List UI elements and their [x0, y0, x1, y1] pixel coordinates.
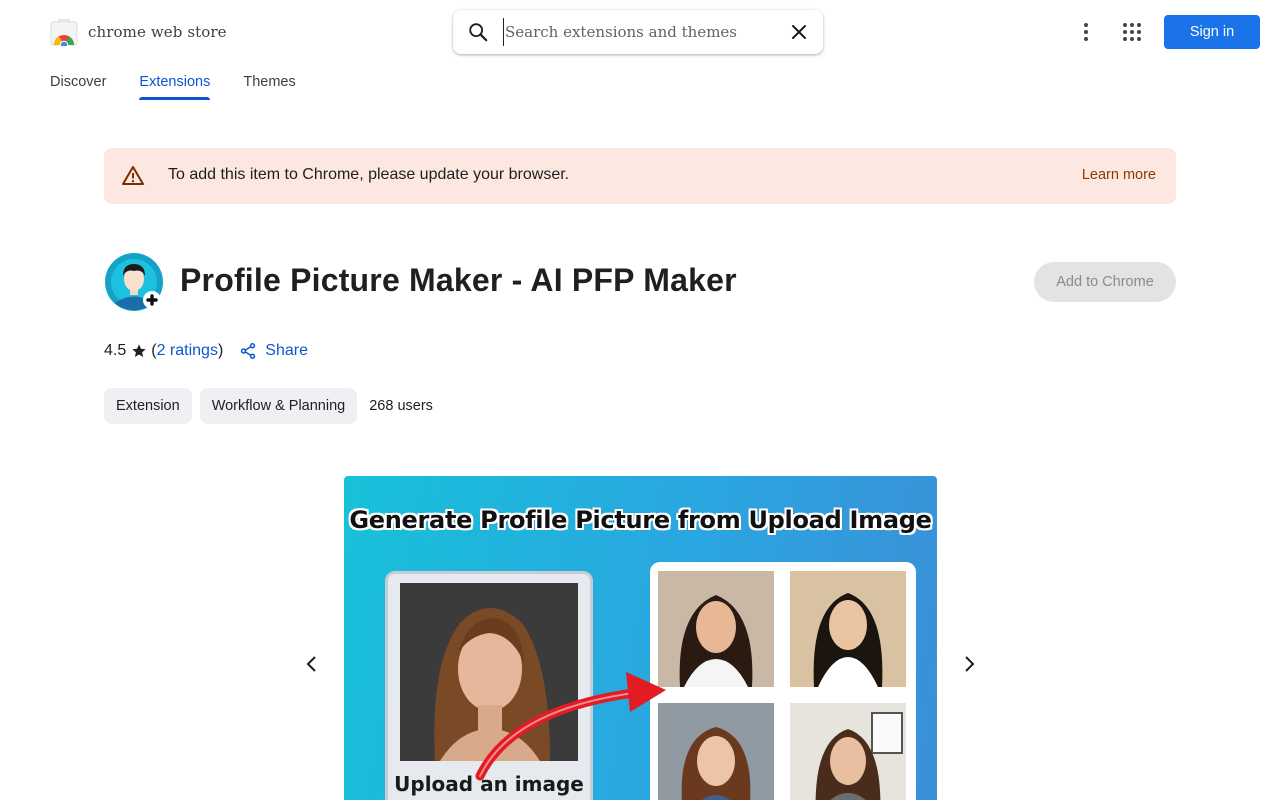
result-image [658, 571, 774, 687]
warning-icon [122, 166, 144, 185]
share-icon [241, 343, 256, 359]
logo-text: chrome web store [88, 23, 227, 41]
chevron-left-icon[interactable] [300, 652, 324, 676]
sign-in-button[interactable]: Sign in [1164, 15, 1260, 49]
search-input[interactable] [503, 18, 783, 46]
star-icon [132, 344, 146, 357]
tab-themes[interactable]: Themes [243, 72, 295, 100]
search-icon[interactable] [467, 21, 489, 43]
category-tabs: Discover Extensions Themes [50, 72, 329, 102]
slide-title: Generate Profile Picture from Upload Ima… [349, 506, 932, 534]
ratings-count-link[interactable]: 2 ratings [157, 342, 218, 360]
tab-extensions[interactable]: Extensions [139, 72, 210, 100]
chip-category[interactable]: Workflow & Planning [199, 388, 358, 424]
share-label: Share [265, 342, 308, 359]
update-browser-banner: To add this item to Chrome, please updat… [104, 148, 1176, 204]
chip-extension[interactable]: Extension [104, 388, 192, 424]
result-image [790, 703, 906, 800]
result-image [790, 571, 906, 687]
rating-value: 4.5 [104, 342, 127, 359]
screenshot-slide[interactable]: Generate Profile Picture from Upload Ima… [344, 476, 937, 800]
google-apps-icon[interactable] [1120, 20, 1144, 44]
add-to-chrome-button[interactable]: Add to Chrome [1034, 262, 1176, 302]
tab-discover[interactable]: Discover [50, 72, 106, 100]
generated-results-grid [650, 562, 916, 800]
more-options-icon[interactable] [1074, 20, 1098, 44]
chrome-web-store-logo[interactable]: chrome web store [50, 18, 227, 46]
banner-message: To add this item to Chrome, please updat… [168, 166, 570, 183]
share-button[interactable]: Share [239, 342, 308, 360]
learn-more-link[interactable]: Learn more [1082, 167, 1156, 183]
red-arrow-icon [475, 672, 666, 781]
search-box [453, 10, 823, 54]
tag-chips: Extension Workflow & Planning 268 users [104, 388, 433, 424]
ratings-close-paren: ) [217, 342, 224, 359]
close-icon[interactable] [789, 22, 809, 42]
extension-title: Profile Picture Maker - AI PFP Maker [180, 262, 737, 298]
extension-icon [105, 253, 163, 311]
chrome-web-store-icon [50, 19, 78, 46]
rating-row: 4.5 ( 2 ratings ) Share [104, 342, 308, 360]
chevron-right-icon[interactable] [957, 652, 981, 676]
result-image [658, 703, 774, 800]
user-count: 268 users [369, 398, 433, 414]
top-header: chrome web store Sign in Discover Extens… [0, 0, 1280, 100]
